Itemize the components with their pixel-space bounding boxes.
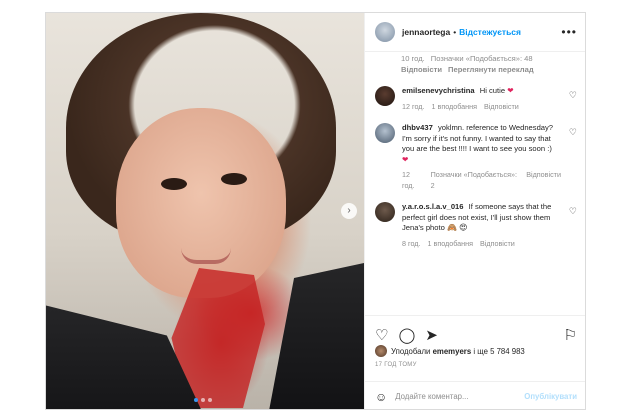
liker-avatar (375, 345, 387, 357)
commenter-avatar[interactable] (375, 123, 395, 143)
emoji-picker-icon[interactable]: ☺ (375, 390, 387, 404)
comment-bubble-icon[interactable]: ◯ (398, 328, 415, 343)
post-photo[interactable]: › (46, 13, 364, 409)
translate-link[interactable]: Переглянути переклад (448, 65, 534, 76)
reply-link[interactable]: Відповісти (401, 65, 442, 76)
commenter-avatar[interactable] (375, 202, 395, 222)
side-panel: jennaortega • Відстежується ••• 10 год. … (364, 13, 585, 409)
comment-item: y.a.r.o.s.l.a.v_016 If someone says that… (375, 202, 577, 249)
comment-time: 12 год. (402, 101, 425, 111)
comment-time: 12 год. (402, 170, 415, 190)
comment-item: dhbv437 yoklmn. reference to Wednesday? … (375, 123, 577, 191)
monkey-emoji: 🙈 😍 (446, 223, 468, 232)
commenter-username[interactable]: dhbv437 (402, 123, 433, 132)
comment-like-count[interactable]: 1 вподобання (432, 102, 478, 113)
likes-count[interactable]: і ще 5 784 983 (473, 347, 524, 356)
save-bookmark-icon[interactable]: ⚐ (564, 328, 577, 343)
carousel-dot (208, 398, 212, 402)
next-photo-icon[interactable]: › (341, 203, 357, 219)
like-comment-heart-icon[interactable]: ♡ (569, 90, 577, 101)
post-time-ago: 17 ГОД ТОМУ (375, 362, 417, 368)
photo-eye-left (161, 178, 187, 190)
like-comment-heart-icon[interactable]: ♡ (569, 127, 577, 138)
commenter-avatar[interactable] (375, 86, 395, 106)
commenter-username[interactable]: emilsenevychristina (402, 86, 475, 95)
add-comment-bar: ☺ Опублікувати (365, 381, 585, 409)
comment-text: Hi cutie (479, 86, 506, 95)
post-comment-button[interactable]: Опублікувати (524, 392, 577, 401)
like-heart-icon[interactable]: ♡ (375, 328, 388, 343)
carousel-dot (201, 398, 205, 402)
comment-time: 10 год. (401, 54, 425, 63)
more-icon[interactable]: ••• (561, 25, 577, 39)
post-header: jennaortega • Відстежується ••• (365, 13, 585, 52)
reply-link[interactable]: Відповісти (526, 170, 561, 191)
author-avatar[interactable] (375, 22, 395, 42)
comment-input[interactable] (395, 392, 525, 401)
commenter-username[interactable]: y.a.r.o.s.l.a.v_016 (402, 202, 464, 211)
likes-prefix: Уподобали (391, 346, 431, 356)
header-separator: • (453, 27, 457, 37)
follow-button[interactable]: Відстежується (459, 27, 521, 37)
carousel-dot-active (194, 398, 198, 402)
heart-emoji: ❤ (507, 86, 514, 95)
comments-list: 10 год. Позначки «Подобається»: 48 Відпо… (365, 52, 585, 315)
likes-summary[interactable]: Уподобали ememyers і ще 5 784 983 (375, 345, 577, 357)
instagram-post: › jennaortega • Відстежується ••• 10 год… (45, 12, 586, 410)
author-username[interactable]: jennaortega (402, 27, 450, 37)
comment-like-count[interactable]: 1 вподобання (428, 239, 474, 250)
reply-link[interactable]: Відповісти (480, 239, 515, 250)
comment-item: emilsenevychristina Hi cutie ❤ 12 год. 1… (375, 86, 577, 112)
comment-like-count[interactable]: Позначки «Подобається»: 2 (431, 170, 520, 191)
comment-time: 8 год. (402, 238, 421, 248)
carousel-dots (194, 398, 212, 402)
share-send-icon[interactable]: ➤ (425, 328, 438, 343)
like-comment-heart-icon[interactable]: ♡ (569, 206, 577, 217)
photo-eye-right (221, 173, 247, 185)
partial-comment-meta: 10 год. Позначки «Подобається»: 48 Відпо… (375, 54, 577, 75)
heart-emoji: ❤ (402, 154, 409, 164)
liker-username[interactable]: ememyers (433, 347, 472, 356)
comment-like-count[interactable]: Позначки «Подобається»: 48 (431, 54, 533, 65)
reply-link[interactable]: Відповісти (484, 102, 519, 113)
